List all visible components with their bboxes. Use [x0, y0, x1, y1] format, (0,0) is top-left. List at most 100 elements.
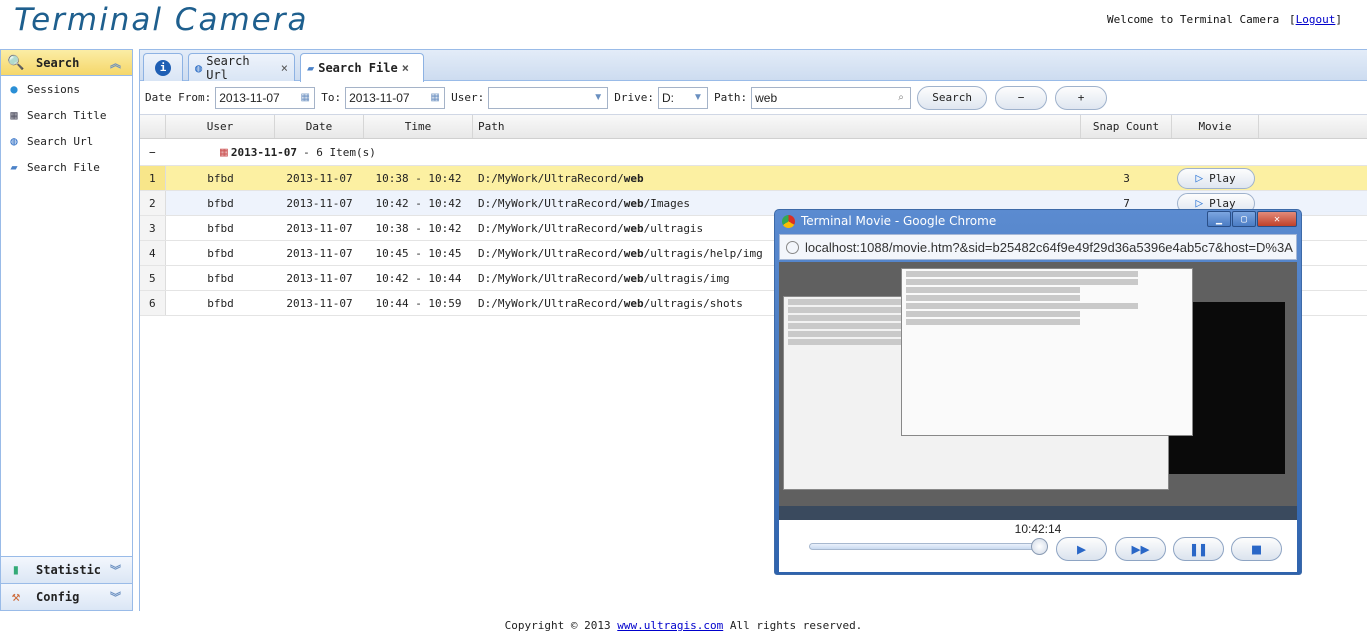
playback-time: 10:42:14: [1014, 522, 1062, 536]
chevron-down-icon[interactable]: ︾: [110, 589, 132, 605]
search-button[interactable]: Search: [917, 85, 988, 110]
path-match: web: [623, 271, 644, 285]
chevron-down-icon[interactable]: ▼: [589, 88, 607, 108]
search-icon[interactable]: ⌕: [892, 88, 910, 108]
accordion-statistic-label: Statistic: [36, 563, 102, 577]
playback-slider[interactable]: [809, 543, 1045, 550]
slider-handle[interactable]: [1031, 538, 1049, 555]
tab-info[interactable]: i: [143, 53, 183, 81]
accordion-statistic-header[interactable]: ▮ Statistic ︾: [1, 556, 132, 583]
chevron-down-icon[interactable]: ▼: [689, 88, 707, 108]
path-match: web: [623, 221, 644, 235]
tab-search-file[interactable]: ▰ Search File ×: [300, 53, 424, 82]
path-suffix: /ultragis/help/img: [643, 246, 763, 260]
accordion-config-header[interactable]: ⚒ Config ︾: [1, 583, 132, 610]
calendar-icon: ▦: [220, 144, 228, 160]
cell-time: 10:38 - 10:42: [375, 221, 462, 235]
cell-snap-count: 3: [1123, 171, 1130, 185]
cell-date: 2013-11-07: [286, 171, 353, 185]
cell-date: 2013-11-07: [286, 296, 353, 310]
play-icon: ▷: [1195, 170, 1204, 186]
popup-body: 10:42:14 ▶ ▶▶ ❚❚ ■: [779, 262, 1297, 572]
sidebar: 🔍 Search ︽ ● Sessions ▦ Search Title ◍ S…: [0, 49, 133, 611]
row-number: 1: [140, 166, 166, 190]
chevron-down-icon[interactable]: ︾: [110, 562, 132, 578]
play-movie-button[interactable]: ▷ Play: [1176, 167, 1255, 189]
footer-link[interactable]: www.ultragis.com: [617, 619, 723, 632]
path-suffix: /ultragis: [643, 221, 704, 235]
tab-search-url[interactable]: ◍ Search Url ×: [188, 53, 295, 82]
close-icon[interactable]: ×: [402, 61, 409, 75]
sidebar-item-search-file[interactable]: ▰ Search File: [1, 154, 132, 180]
add-button[interactable]: +: [1055, 85, 1108, 110]
column-header-movie[interactable]: Movie: [1172, 115, 1259, 138]
movie-taskbar: [779, 506, 1297, 520]
page-icon: [786, 240, 799, 254]
stop-button[interactable]: ■: [1231, 537, 1282, 561]
remove-button[interactable]: −: [995, 85, 1048, 110]
tab-bar: i ◍ Search Url × ▰ Search File ×: [140, 50, 1367, 82]
cell-path: D:/MyWork/UltraRecord/web: [473, 166, 1081, 190]
play-label: Play: [1209, 196, 1236, 210]
column-header-time[interactable]: Time: [364, 115, 473, 138]
sidebar-item-sessions[interactable]: ● Sessions: [1, 76, 132, 102]
column-header-user[interactable]: User: [166, 115, 275, 138]
footer-text: Copyright © 2013: [504, 619, 618, 632]
group-count: - 6 Item(s): [303, 145, 376, 159]
sidebar-item-search-url[interactable]: ◍ Search Url: [1, 128, 132, 154]
column-header-path[interactable]: Path: [473, 115, 1081, 138]
tab-label: Search File: [318, 61, 398, 75]
grid-header: User Date Time Path Snap Count Movie: [140, 115, 1367, 139]
calendar-icon[interactable]: ▦: [426, 88, 444, 108]
chevron-up-icon[interactable]: ︽: [110, 55, 132, 71]
date-from-field[interactable]: 2013-11-07 ▦: [215, 86, 316, 109]
cell-time: 10:42 - 10:44: [375, 271, 462, 285]
fast-forward-button[interactable]: ▶▶: [1115, 537, 1166, 561]
movie-explorer-window: [901, 268, 1193, 436]
row-number: 2: [140, 191, 166, 215]
user-label: User:: [451, 91, 485, 104]
sidebar-item-search-title[interactable]: ▦ Search Title: [1, 102, 132, 128]
table-row[interactable]: 1 bfbd 2013-11-07 10:38 - 10:42 D:/MyWork/Ul…: [140, 166, 1367, 191]
date-to-field[interactable]: 2013-11-07 ▦: [345, 86, 446, 109]
path-suffix: /ultragis/img: [643, 271, 730, 285]
accordion-search-label: Search: [36, 55, 80, 70]
date-to-value: 2013-11-07: [349, 90, 410, 105]
path-suffix: /ultragis/shots: [643, 296, 743, 310]
pause-button[interactable]: ❚❚: [1173, 537, 1224, 561]
play-label: Play: [1209, 171, 1236, 185]
minimize-button[interactable]: ▁: [1207, 211, 1231, 227]
logout-link[interactable]: Logout: [1296, 13, 1336, 26]
drive-value: D:: [661, 90, 674, 105]
date-to-label: To:: [321, 91, 342, 104]
close-button[interactable]: ✕: [1257, 211, 1297, 227]
accordion-search-header[interactable]: 🔍 Search ︽: [1, 50, 132, 76]
calendar-icon[interactable]: ▦: [296, 88, 314, 108]
info-icon: i: [155, 59, 171, 76]
drive-select[interactable]: D: ▼: [657, 86, 708, 109]
path-prefix: D:/MyWork/UltraRecord/: [478, 296, 624, 310]
group-collapse-toggle[interactable]: −: [140, 146, 220, 159]
cell-user: bfbd: [207, 171, 234, 185]
footer: Copyright © 2013 www.ultragis.com All ri…: [0, 619, 1367, 632]
movie-popup-window: Terminal Movie - Google Chrome ▁ ▢ ✕ loc…: [774, 209, 1302, 575]
play-button[interactable]: ▶: [1056, 537, 1107, 561]
path-input[interactable]: web ⌕: [751, 86, 912, 109]
sidebar-bottom: ▮ Statistic ︾ ⚒ Config ︾: [1, 556, 132, 610]
sessions-icon: ●: [10, 82, 18, 96]
sidebar-item-label: Search Title: [27, 108, 107, 122]
maximize-button[interactable]: ▢: [1232, 211, 1256, 227]
close-icon[interactable]: ×: [281, 61, 288, 75]
address-bar[interactable]: localhost:1088/movie.htm?&sid=b25482c64f…: [779, 234, 1297, 260]
drive-label: Drive:: [614, 91, 654, 104]
tools-icon: ⚒: [11, 589, 21, 605]
date-from-value: 2013-11-07: [219, 90, 280, 105]
column-header-date[interactable]: Date: [275, 115, 364, 138]
popup-title: Terminal Movie - Google Chrome: [801, 214, 997, 228]
column-header-snap-count[interactable]: Snap Count: [1081, 115, 1172, 138]
user-select[interactable]: ▼: [488, 86, 609, 109]
cell-user: bfbd: [207, 296, 234, 310]
cell-user: bfbd: [207, 221, 234, 235]
group-date: 2013-11-07: [230, 145, 298, 159]
magnifier-icon: 🔍: [7, 54, 25, 71]
